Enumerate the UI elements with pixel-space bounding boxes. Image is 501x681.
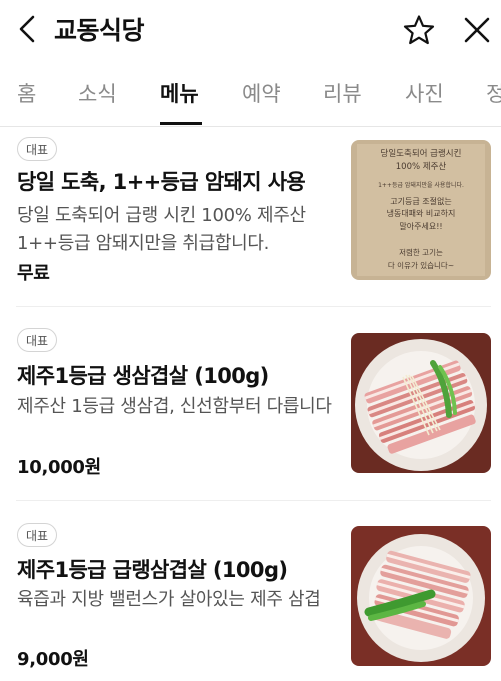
frozen-pork-belly-plate-image[interactable] — [351, 526, 491, 666]
tab-menu[interactable]: 메뉴 — [160, 78, 199, 108]
menu-item-name: 제주1등급 생삼겹살 (100g) — [17, 364, 269, 388]
tab-photos[interactable]: 사진 — [405, 78, 444, 108]
note-line: 냉동대패와 비교하지 — [387, 208, 456, 218]
note-line: 말아주세요!! — [399, 221, 442, 231]
chevron-left-icon — [19, 15, 35, 43]
note-line: 다 이유가 있습니다~ — [388, 260, 454, 270]
active-tab-indicator — [160, 122, 202, 125]
tab-bar: 홈 소식 메뉴 예약 리뷰 사진 정 — [0, 60, 501, 127]
tab-news[interactable]: 소식 — [78, 78, 117, 108]
menu-item[interactable]: 대표 당일 도축, 1++등급 암돼지 사용 당일 도축되어 급랭 시킨 100… — [0, 127, 501, 307]
back-button[interactable] — [10, 10, 44, 48]
handwritten-note-image[interactable]: 당일도축되어 급랭시킨 100% 제주산 1++등급 암돼지만을 사용합니다. … — [351, 140, 491, 280]
menu-item-name: 제주1등급 급랭삼겹살 (100g) — [17, 558, 288, 582]
close-button[interactable] — [458, 11, 496, 49]
signature-badge: 대표 — [17, 137, 57, 161]
menu-item[interactable]: 대표 제주1등급 생삼겹살 (100g) 제주산 1등급 생삼겹, 신선함부터 … — [0, 307, 501, 500]
close-icon — [464, 17, 490, 43]
tab-home[interactable]: 홈 — [17, 78, 36, 108]
menu-item-price: 무료 — [17, 263, 50, 284]
menu-item-description: 제주산 1등급 생삼겹, 신선함부터 다릅니다 — [17, 396, 332, 417]
menu-item[interactable]: 대표 제주1등급 급랭삼겹살 (100g) 육즙과 지방 밸런스가 살아있는 제… — [0, 501, 501, 681]
signature-badge: 대표 — [17, 523, 57, 547]
tab-info[interactable]: 정 — [486, 78, 501, 108]
app-header: 교동식당 — [0, 0, 501, 58]
tab-reservation[interactable]: 예약 — [242, 78, 281, 108]
favorite-button[interactable] — [400, 11, 438, 49]
pork-belly-plate-image[interactable] — [351, 333, 491, 473]
note-line: 저렴한 고기는 — [399, 248, 443, 257]
menu-item-description: 당일 도축되어 급랭 시킨 100% 제주산 1++등급 암돼지만을 취급합니다… — [17, 205, 306, 254]
menu-item-price: 10,000원 — [17, 457, 101, 478]
star-outline-icon — [403, 15, 435, 45]
menu-item-name: 당일 도축, 1++등급 암돼지 사용 — [17, 170, 306, 194]
tab-reviews[interactable]: 리뷰 — [323, 78, 362, 108]
note-line: 100% 제주산 — [396, 161, 447, 172]
menu-item-description: 육즙과 지방 밸런스가 살아있는 제주 삼겹 — [17, 589, 321, 610]
menu-item-price: 9,000원 — [17, 649, 89, 670]
note-line: 1++등급 암돼지만을 사용합니다. — [378, 181, 464, 189]
note-line: 당일도축되어 급랭시킨 — [381, 148, 462, 159]
signature-badge: 대표 — [17, 328, 57, 352]
page-title: 교동식당 — [54, 16, 145, 45]
note-line: 고기등급 조절없는 — [390, 197, 451, 206]
